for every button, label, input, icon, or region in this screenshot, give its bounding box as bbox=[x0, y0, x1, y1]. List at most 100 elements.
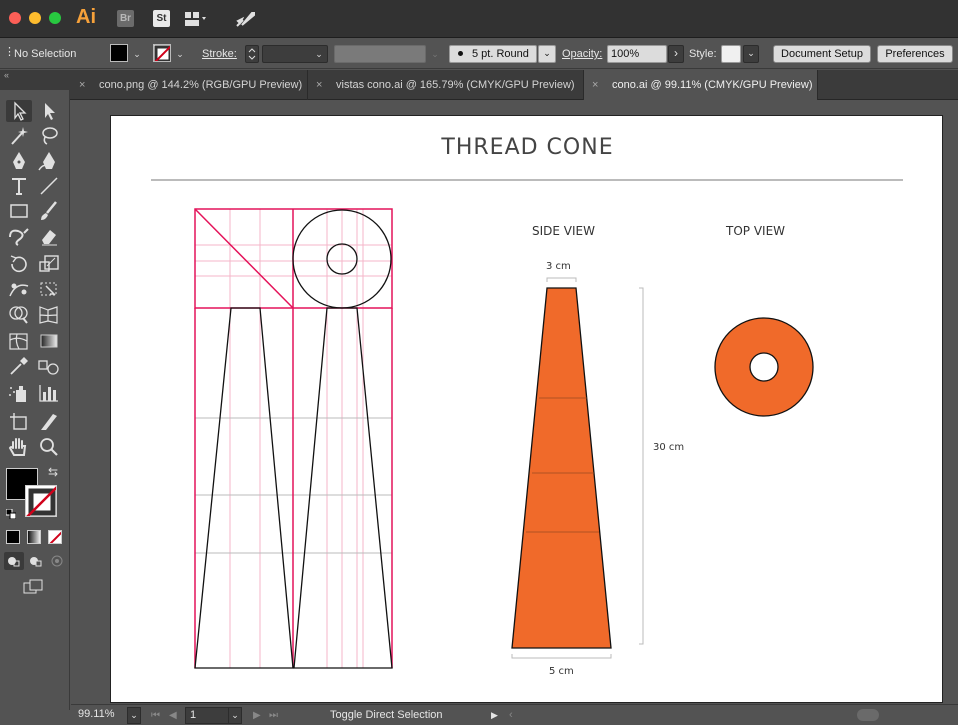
height-dimension bbox=[639, 287, 644, 645]
screen-mode-icon[interactable] bbox=[22, 578, 46, 596]
style-label: Style: bbox=[689, 48, 717, 60]
tab-vistas-cono[interactable]: × vistas cono.ai @ 165.79% (CMYK/GPU Prev… bbox=[308, 70, 584, 100]
none-mode-icon[interactable] bbox=[48, 530, 62, 544]
minimize-window-button[interactable] bbox=[29, 12, 41, 24]
blend-tool-icon[interactable] bbox=[36, 355, 62, 377]
stroke-swatch[interactable] bbox=[153, 44, 171, 62]
rectangle-tool-icon[interactable] bbox=[6, 200, 32, 222]
color-mode-icon[interactable] bbox=[6, 530, 20, 544]
magic-wand-tool-icon[interactable] bbox=[6, 125, 32, 147]
brush-dot-icon bbox=[458, 51, 463, 56]
close-tab-icon[interactable]: × bbox=[79, 70, 93, 100]
tab-cono-ai[interactable]: × cono.ai @ 99.11% (CMYK/GPU Preview) bbox=[584, 70, 818, 100]
stroke-weight-stepper[interactable] bbox=[245, 45, 259, 63]
scroll-left-icon[interactable]: ‹ bbox=[509, 705, 513, 725]
control-bar: ⋮ No Selection ⌄ ⌄ Stroke: ⌄ ⌄ 5 pt. Rou… bbox=[0, 39, 958, 69]
slice-tool-icon[interactable] bbox=[36, 410, 62, 432]
zoom-tool-icon[interactable] bbox=[36, 436, 62, 458]
eraser-tool-icon[interactable] bbox=[36, 225, 62, 247]
gradient-tool-icon[interactable] bbox=[36, 330, 62, 352]
bridge-button[interactable]: Br bbox=[117, 10, 134, 27]
graphic-style-dropdown[interactable]: ⌄ bbox=[743, 45, 759, 63]
collapse-panels-icon[interactable]: « bbox=[4, 70, 9, 80]
side-view-label: SIDE VIEW bbox=[532, 224, 595, 238]
stroke-label[interactable]: Stroke: bbox=[202, 39, 237, 69]
line-segment-tool-icon[interactable] bbox=[36, 175, 62, 197]
column-graph-tool-icon[interactable] bbox=[36, 382, 62, 404]
artboard-tool-icon[interactable] bbox=[6, 410, 32, 432]
first-artboard-icon[interactable]: ⏮ bbox=[151, 705, 160, 725]
brush-definition[interactable]: 5 pt. Round bbox=[449, 45, 537, 63]
default-fill-stroke-icon[interactable] bbox=[5, 508, 17, 520]
eyedropper-tool-icon[interactable] bbox=[6, 355, 32, 377]
shaper-tool-icon[interactable] bbox=[6, 225, 32, 247]
tab-cono-png[interactable]: × cono.png @ 144.2% (RGB/GPU Preview) bbox=[71, 70, 308, 100]
opacity-more-button[interactable]: › bbox=[668, 45, 684, 63]
variable-width-profile[interactable] bbox=[334, 45, 426, 63]
canvas-area[interactable]: THREAD CONE SIDE VIEW TOP VIEW 3 cm 30 c… bbox=[71, 101, 958, 704]
free-transform-tool-icon[interactable] bbox=[36, 278, 62, 300]
swap-fill-stroke-icon[interactable]: ⇆ bbox=[48, 465, 58, 479]
tab-label: cono.png @ 144.2% (RGB/GPU Preview) bbox=[99, 79, 303, 91]
perspective-grid-tool-icon[interactable] bbox=[36, 303, 62, 325]
puppet-warp-tool-icon[interactable] bbox=[6, 278, 32, 300]
fill-dropdown[interactable]: ⌄ bbox=[130, 46, 144, 62]
artwork bbox=[151, 179, 903, 669]
previous-artboard-icon[interactable]: ◀ bbox=[169, 705, 177, 725]
mesh-tool-icon[interactable] bbox=[6, 330, 32, 352]
curvature-tool-icon[interactable] bbox=[36, 150, 62, 172]
zoom-level[interactable]: 99.11% bbox=[74, 707, 130, 724]
selection-status: No Selection bbox=[14, 48, 77, 60]
stroke-color-dropdown[interactable]: ⌄ bbox=[173, 46, 187, 62]
next-artboard-icon[interactable]: ▶ bbox=[253, 705, 261, 725]
rotate-tool-icon[interactable] bbox=[6, 253, 32, 275]
close-tab-icon[interactable]: × bbox=[592, 70, 606, 100]
document-setup-button[interactable]: Document Setup bbox=[773, 45, 871, 63]
gradient-mode-icon[interactable] bbox=[27, 530, 41, 544]
artboard[interactable]: THREAD CONE SIDE VIEW TOP VIEW 3 cm 30 c… bbox=[110, 115, 943, 703]
stroke-color-swatch[interactable] bbox=[25, 485, 57, 517]
status-menu-icon[interactable]: ▶ bbox=[491, 705, 498, 725]
type-tool-icon[interactable] bbox=[6, 175, 32, 197]
tab-label: vistas cono.ai @ 165.79% (CMYK/GPU Previ… bbox=[336, 79, 575, 91]
opacity-label[interactable]: Opacity: bbox=[562, 39, 602, 69]
paintbrush-tool-icon[interactable] bbox=[36, 200, 62, 222]
top-view-ring bbox=[714, 317, 814, 417]
zoom-dropdown[interactable]: ⌄ bbox=[127, 707, 141, 724]
symbol-sprayer-tool-icon[interactable] bbox=[6, 382, 32, 404]
shape-builder-tool-icon[interactable] bbox=[6, 303, 32, 325]
stroke-weight-dropdown[interactable]: ⌄ bbox=[312, 46, 326, 62]
horizontal-scrollbar-thumb[interactable] bbox=[857, 709, 879, 721]
selection-tool-icon[interactable] bbox=[6, 100, 32, 122]
last-artboard-icon[interactable]: ⏭ bbox=[269, 705, 278, 725]
draw-behind-icon[interactable] bbox=[26, 552, 46, 570]
stock-button[interactable]: St bbox=[153, 10, 170, 27]
illustrator-window: Ai Br St ⋮ No Selection ⌄ ⌄ Stroke: ⌄ ⌄ … bbox=[0, 0, 958, 725]
pen-tool-icon[interactable] bbox=[6, 150, 32, 172]
fill-swatch[interactable] bbox=[110, 44, 128, 62]
close-tab-icon[interactable]: × bbox=[316, 70, 330, 100]
lasso-tool-icon[interactable] bbox=[36, 125, 62, 147]
preferences-button[interactable]: Preferences bbox=[877, 45, 953, 63]
opacity-input[interactable]: 100% bbox=[607, 45, 667, 63]
direct-selection-tool-icon[interactable] bbox=[36, 100, 62, 122]
rocket-icon[interactable] bbox=[234, 9, 258, 29]
arrange-documents-icon[interactable] bbox=[184, 9, 208, 29]
graphic-style-swatch[interactable] bbox=[721, 45, 741, 63]
tab-label: cono.ai @ 99.11% (CMYK/GPU Preview) bbox=[612, 79, 813, 91]
artboard-dropdown[interactable]: ⌄ bbox=[228, 707, 242, 724]
zoom-window-button[interactable] bbox=[49, 12, 61, 24]
artboard-number-input[interactable]: 1 bbox=[185, 707, 229, 724]
close-window-button[interactable] bbox=[9, 12, 21, 24]
height-label: 30 cm bbox=[653, 442, 685, 453]
draw-normal-icon[interactable] bbox=[4, 552, 24, 570]
ring-hole bbox=[749, 352, 779, 382]
hand-tool-icon[interactable] bbox=[6, 436, 32, 458]
draw-inside-icon[interactable] bbox=[48, 552, 68, 570]
scale-tool-icon[interactable] bbox=[36, 253, 62, 275]
red-guides bbox=[194, 208, 393, 668]
variable-width-dropdown[interactable]: ⌄ bbox=[428, 46, 442, 62]
brush-dropdown[interactable]: ⌄ bbox=[538, 45, 556, 63]
cone-shape bbox=[511, 287, 612, 649]
top-view-label: TOP VIEW bbox=[726, 224, 786, 238]
